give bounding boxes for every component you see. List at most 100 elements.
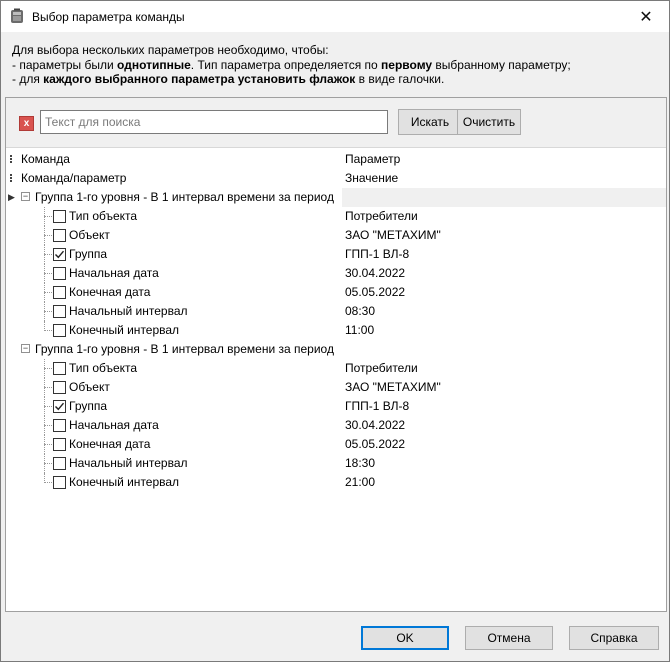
search-button[interactable]: Искать bbox=[398, 109, 462, 135]
parameter-row[interactable]: Начальная дата 30.04.2022 bbox=[6, 416, 666, 435]
parameter-name-cell[interactable]: Начальная дата bbox=[6, 264, 342, 283]
parameter-row[interactable]: Объект ЗАО "МЕТАХИМ" bbox=[6, 226, 666, 245]
instruction-text: - параметры были bbox=[12, 57, 118, 72]
parameter-name: Тип объекта bbox=[69, 361, 138, 375]
parameter-value[interactable]: 21:00 bbox=[342, 473, 666, 492]
parameter-value[interactable]: Потребители bbox=[342, 359, 666, 378]
checkbox[interactable] bbox=[53, 324, 66, 337]
parameter-row[interactable]: Группа ГПП-1 ВЛ-8 bbox=[6, 397, 666, 416]
parameter-name: Начальная дата bbox=[69, 418, 159, 432]
parameter-value[interactable]: ЗАО "МЕТАХИМ" bbox=[342, 378, 666, 397]
column-header-row: Команда Параметр bbox=[6, 150, 666, 169]
parameter-name-cell[interactable]: Группа bbox=[6, 397, 342, 416]
checkbox[interactable] bbox=[53, 305, 66, 318]
instruction-line-2: - параметры были однотипные. Тип парамет… bbox=[12, 58, 571, 73]
parameter-name-cell[interactable]: Начальный интервал bbox=[6, 454, 342, 473]
parameter-row[interactable]: Конечный интервал 11:00 bbox=[6, 321, 666, 340]
parameter-row[interactable]: Начальный интервал 18:30 bbox=[6, 454, 666, 473]
collapse-icon[interactable]: − bbox=[21, 192, 30, 201]
parameter-name: Объект bbox=[69, 380, 110, 394]
parameter-row[interactable]: Конечная дата 05.05.2022 bbox=[6, 283, 666, 302]
close-icon[interactable]: ✕ bbox=[623, 1, 669, 32]
parameter-name: Начальный интервал bbox=[69, 456, 188, 470]
parameter-name-cell[interactable]: Конечная дата bbox=[6, 435, 342, 454]
parameter-name-cell[interactable]: Конечный интервал bbox=[6, 473, 342, 492]
instruction-emphasis: первому bbox=[381, 57, 433, 72]
search-bar: x Искать Очистить bbox=[6, 98, 666, 148]
checkbox[interactable] bbox=[53, 381, 66, 394]
parameter-name: Объект bbox=[69, 228, 110, 242]
group-value-cell[interactable] bbox=[342, 340, 666, 359]
parameter-value[interactable]: 05.05.2022 bbox=[342, 283, 666, 302]
parameter-row[interactable]: Начальный интервал 08:30 bbox=[6, 302, 666, 321]
instruction-emphasis: каждого выбранного параметра установить … bbox=[43, 72, 356, 86]
band-header-value[interactable]: Значение bbox=[342, 169, 666, 188]
parameter-row[interactable]: Конечный интервал 21:00 bbox=[6, 473, 666, 492]
collapse-icon[interactable]: − bbox=[21, 344, 30, 353]
group-cell[interactable]: − Группа 1-го уровня - В 1 интервал време… bbox=[6, 340, 342, 359]
checkbox[interactable] bbox=[53, 267, 66, 280]
parameter-row[interactable]: Тип объекта Потребители bbox=[6, 359, 666, 378]
checkbox[interactable] bbox=[53, 210, 66, 223]
instruction-text: - для bbox=[12, 72, 44, 86]
group-cell[interactable]: ▶ − Группа 1-го уровня - В 1 интервал врем… bbox=[6, 188, 342, 207]
parameter-row[interactable]: Конечная дата 05.05.2022 bbox=[6, 435, 666, 454]
checkbox-checked[interactable] bbox=[53, 248, 66, 261]
parameter-name-cell[interactable]: Конечная дата bbox=[6, 283, 342, 302]
parameter-value[interactable]: ГПП-1 ВЛ-8 bbox=[342, 397, 666, 416]
focused-row-indicator-icon: ▶ bbox=[8, 192, 15, 202]
parameter-name-cell[interactable]: Начальная дата bbox=[6, 416, 342, 435]
group-value-cell[interactable] bbox=[342, 188, 666, 207]
reset-button[interactable]: Очистить bbox=[457, 109, 521, 135]
parameter-row[interactable]: Тип объекта Потребители bbox=[6, 207, 666, 226]
parameter-name-cell[interactable]: Группа bbox=[6, 245, 342, 264]
checkbox-checked[interactable] bbox=[53, 400, 66, 413]
checkbox[interactable] bbox=[53, 457, 66, 470]
instruction-emphasis: однотипные bbox=[117, 57, 191, 72]
group-row[interactable]: − Группа 1-го уровня - В 1 интервал време… bbox=[6, 340, 666, 359]
parameter-name-cell[interactable]: Объект bbox=[6, 378, 342, 397]
instruction-line-1: Для выбора нескольких параметров необход… bbox=[12, 43, 329, 57]
checkbox[interactable] bbox=[53, 286, 66, 299]
parameter-name-cell[interactable]: Конечный интервал bbox=[6, 321, 342, 340]
band-header-command-parameter[interactable]: Команда/параметр bbox=[6, 169, 342, 188]
cancel-button[interactable]: Отмена bbox=[465, 626, 553, 650]
parameter-value[interactable]: Потребители bbox=[342, 207, 666, 226]
parameter-value[interactable]: 30.04.2022 bbox=[342, 416, 666, 435]
parameter-name-cell[interactable]: Объект bbox=[6, 226, 342, 245]
band-header-row: Команда/параметр Значение bbox=[6, 169, 666, 188]
instruction-text: в виде галочки. bbox=[355, 72, 445, 86]
instruction-line-3: - для каждого выбранного параметра устан… bbox=[12, 72, 571, 87]
window-title: Выбор параметра команды bbox=[32, 10, 185, 24]
parameter-value[interactable]: 11:00 bbox=[342, 321, 666, 340]
parameter-name-cell[interactable]: Тип объекта bbox=[6, 359, 342, 378]
parameter-value[interactable]: 05.05.2022 bbox=[342, 435, 666, 454]
group-row[interactable]: ▶ − Группа 1-го уровня - В 1 интервал врем… bbox=[6, 188, 666, 207]
parameter-value[interactable]: 18:30 bbox=[342, 454, 666, 473]
checkbox[interactable] bbox=[53, 419, 66, 432]
parameter-value[interactable]: ЗАО "МЕТАХИМ" bbox=[342, 226, 666, 245]
parameter-row[interactable]: Объект ЗАО "МЕТАХИМ" bbox=[6, 378, 666, 397]
checkbox[interactable] bbox=[53, 229, 66, 242]
parameter-tree-grid: Команда Параметр Команда/параметр Значен… bbox=[6, 150, 666, 492]
parameter-name: Начальная дата bbox=[69, 266, 159, 280]
ok-button[interactable]: OK bbox=[361, 626, 449, 650]
search-input[interactable] bbox=[40, 110, 388, 134]
column-header-parameter[interactable]: Параметр bbox=[342, 150, 666, 169]
parameter-value[interactable]: 08:30 bbox=[342, 302, 666, 321]
parameter-name: Конечная дата bbox=[69, 285, 151, 299]
checkbox[interactable] bbox=[53, 438, 66, 451]
group-label: Группа 1-го уровня - В 1 интервал времен… bbox=[35, 342, 334, 356]
parameter-row[interactable]: Группа ГПП-1 ВЛ-8 bbox=[6, 245, 666, 264]
checkbox[interactable] bbox=[53, 476, 66, 489]
clear-search-icon[interactable]: x bbox=[19, 116, 34, 131]
column-header-command[interactable]: Команда bbox=[6, 150, 342, 169]
parameter-value[interactable]: ГПП-1 ВЛ-8 bbox=[342, 245, 666, 264]
title-bar: Выбор параметра команды ✕ bbox=[1, 1, 669, 32]
parameter-value[interactable]: 30.04.2022 bbox=[342, 264, 666, 283]
parameter-name-cell[interactable]: Начальный интервал bbox=[6, 302, 342, 321]
checkbox[interactable] bbox=[53, 362, 66, 375]
parameter-row[interactable]: Начальная дата 30.04.2022 bbox=[6, 264, 666, 283]
help-button[interactable]: Справка bbox=[569, 626, 659, 650]
parameter-name-cell[interactable]: Тип объекта bbox=[6, 207, 342, 226]
